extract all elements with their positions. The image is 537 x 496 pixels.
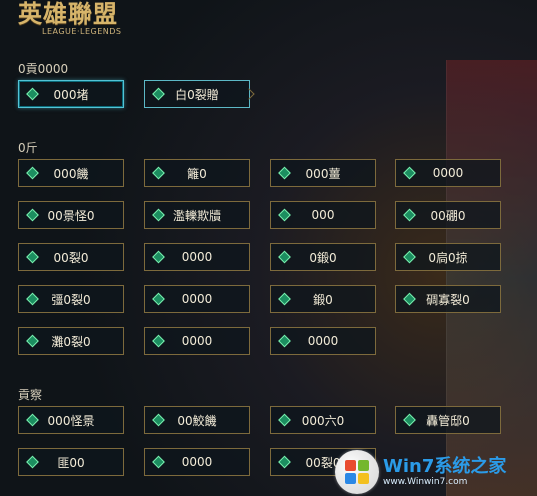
option-label: 0000 bbox=[432, 166, 464, 180]
option-label: 00鮫饑 bbox=[177, 413, 217, 428]
option-label: 轟管邸0 bbox=[426, 413, 470, 428]
option-button[interactable]: 0000 bbox=[144, 327, 250, 355]
option-label: 匪00 bbox=[57, 455, 85, 470]
diamond-icon bbox=[152, 208, 165, 222]
option-label: 0扃0掠 bbox=[428, 250, 468, 265]
diamond-icon bbox=[403, 208, 416, 222]
option-button[interactable]: 0000 bbox=[144, 448, 250, 476]
windows-logo-icon bbox=[335, 450, 379, 494]
diamond-icon bbox=[152, 334, 165, 348]
diamond-icon bbox=[403, 292, 416, 306]
diamond-icon bbox=[403, 250, 416, 264]
diamond-icon bbox=[26, 87, 39, 101]
option-button[interactable]: 000六0 bbox=[270, 406, 376, 434]
option-button[interactable]: 籬0 bbox=[144, 159, 250, 187]
option-label: 000 bbox=[311, 208, 335, 222]
section-title-3: 貢察 bbox=[18, 388, 43, 402]
diamond-icon bbox=[278, 334, 291, 348]
diamond-icon bbox=[278, 413, 291, 427]
diamond-icon bbox=[26, 413, 39, 427]
section-title-2: 0斤 bbox=[18, 141, 38, 155]
option-button[interactable]: 彊0裂0 bbox=[18, 285, 124, 313]
option-label: 碉寡裂0 bbox=[426, 292, 470, 307]
game-logo: 英雄聯盟 LEAGUE·LEGENDS bbox=[18, 0, 138, 42]
diamond-icon bbox=[278, 166, 291, 180]
diamond-icon bbox=[403, 166, 416, 180]
diamond-icon bbox=[152, 413, 165, 427]
option-label: 000薑 bbox=[305, 166, 341, 181]
option-label: 000六0 bbox=[301, 413, 345, 428]
option-label: 00景怪0 bbox=[47, 208, 95, 223]
option-button[interactable]: 轟管邸0 bbox=[395, 406, 501, 434]
diamond-icon bbox=[26, 455, 39, 469]
option-button[interactable]: 000怪景 bbox=[18, 406, 124, 434]
option-label: 00裂0 bbox=[53, 250, 89, 265]
option-button[interactable]: 濫轢欺牘 bbox=[144, 201, 250, 229]
diamond-icon bbox=[26, 292, 39, 306]
diamond-icon bbox=[152, 166, 165, 180]
option-label: 灘0裂0 bbox=[51, 334, 91, 349]
option-button[interactable]: 000 bbox=[270, 201, 376, 229]
option-label: 濫轢欺牘 bbox=[172, 208, 221, 223]
option-label: 0000 bbox=[181, 334, 213, 348]
option-button[interactable]: 匪00 bbox=[18, 448, 124, 476]
option-button[interactable]: 白0裂贈 bbox=[144, 80, 255, 108]
option-button[interactable]: 000饑 bbox=[18, 159, 124, 187]
option-button[interactable]: 00景怪0 bbox=[18, 201, 124, 229]
diamond-icon bbox=[26, 208, 39, 222]
logo-subtitle: LEAGUE·LEGENDS bbox=[42, 27, 122, 36]
option-button[interactable]: 000薑 bbox=[270, 159, 376, 187]
option-button[interactable]: 碉寡裂0 bbox=[395, 285, 501, 313]
watermark-text: Win7系统之家 bbox=[383, 455, 507, 477]
option-button[interactable]: 000堵 bbox=[18, 80, 124, 108]
diamond-icon bbox=[278, 250, 291, 264]
option-label: 0000 bbox=[181, 455, 213, 469]
option-button[interactable]: 灘0裂0 bbox=[18, 327, 124, 355]
option-button[interactable]: 0000 bbox=[144, 285, 250, 313]
diamond-icon bbox=[152, 250, 165, 264]
option-label: 0000 bbox=[307, 334, 339, 348]
diamond-icon bbox=[26, 334, 39, 348]
diamond-icon bbox=[152, 455, 165, 469]
option-label: 鍛0 bbox=[313, 292, 333, 307]
option-button[interactable]: 0000 bbox=[270, 327, 376, 355]
section-title-1: 0貢0000 bbox=[18, 62, 69, 76]
diamond-icon bbox=[152, 87, 165, 101]
option-label: 000饑 bbox=[53, 166, 89, 181]
option-label: 0000 bbox=[181, 292, 213, 306]
watermark: Win7系统之家 www.Winwin7.com bbox=[335, 449, 535, 495]
option-button[interactable]: 0000 bbox=[144, 243, 250, 271]
option-button[interactable]: 00鮫饑 bbox=[144, 406, 250, 434]
logo-title: 英雄聯盟 bbox=[18, 0, 118, 28]
notch-decoration bbox=[243, 88, 255, 100]
diamond-icon bbox=[26, 250, 39, 264]
option-button[interactable]: 0鍛0 bbox=[270, 243, 376, 271]
option-label: 籬0 bbox=[187, 166, 207, 181]
option-label: 彊0裂0 bbox=[51, 292, 91, 307]
option-label: 000怪景 bbox=[47, 413, 95, 428]
option-label: 0000 bbox=[181, 250, 213, 264]
diamond-icon bbox=[26, 166, 39, 180]
diamond-icon bbox=[403, 413, 416, 427]
option-button[interactable]: 00裂0 bbox=[18, 243, 124, 271]
diamond-icon bbox=[278, 455, 291, 469]
diamond-icon bbox=[278, 208, 291, 222]
option-button[interactable]: 0000 bbox=[395, 159, 501, 187]
option-label: 00硼0 bbox=[430, 208, 466, 223]
option-button[interactable]: 00硼0 bbox=[395, 201, 501, 229]
option-label: 白0裂贈 bbox=[175, 87, 219, 102]
option-button[interactable]: 鍛0 bbox=[270, 285, 376, 313]
diamond-icon bbox=[278, 292, 291, 306]
option-label: 0鍛0 bbox=[309, 250, 337, 265]
option-button[interactable]: 0扃0掠 bbox=[395, 243, 501, 271]
watermark-url: www.Winwin7.com bbox=[383, 476, 468, 487]
option-label: 000堵 bbox=[53, 87, 89, 102]
diamond-icon bbox=[152, 292, 165, 306]
